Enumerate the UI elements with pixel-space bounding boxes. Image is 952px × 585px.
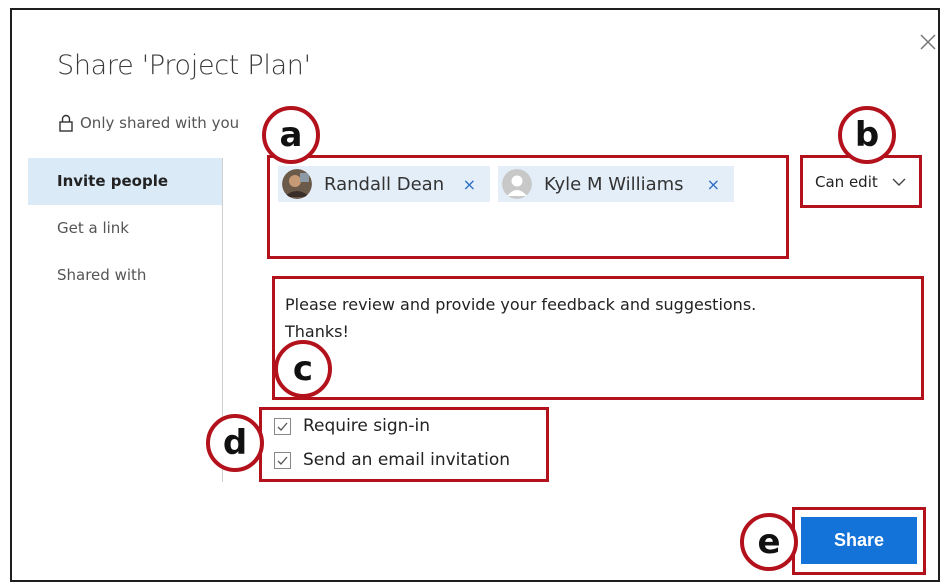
option-label: Send an email invitation bbox=[303, 450, 511, 470]
callout-badge-d: d bbox=[206, 414, 264, 472]
callout-badge-e: e bbox=[740, 513, 798, 571]
recipients-field[interactable]: Randall Dean × Kyle M Williams × bbox=[267, 155, 789, 259]
options-group: Require sign-in Send an email invitation bbox=[259, 407, 549, 482]
checkbox-checked-icon[interactable] bbox=[274, 417, 291, 435]
send-email-invitation-option[interactable]: Send an email invitation bbox=[274, 450, 510, 470]
recipient-name: Randall Dean bbox=[324, 173, 445, 195]
nav-item-shared-with[interactable]: Shared with bbox=[28, 252, 222, 299]
access-status-text: Only shared with you bbox=[80, 114, 240, 132]
photo-avatar bbox=[282, 169, 312, 199]
option-label: Require sign-in bbox=[303, 416, 431, 436]
share-nav: Invite people Get a link Shared with bbox=[28, 158, 222, 299]
permission-value: Can edit bbox=[815, 173, 878, 191]
callout-badge-a: a bbox=[262, 106, 320, 164]
recipient-name: Kyle M Williams bbox=[544, 173, 684, 195]
default-person-avatar bbox=[502, 169, 532, 199]
checkbox-checked-icon[interactable] bbox=[274, 451, 291, 469]
message-field[interactable]: Please review and provide your feedback … bbox=[272, 276, 924, 400]
message-text: Please review and provide your feedback … bbox=[285, 295, 757, 341]
lock-icon bbox=[59, 114, 73, 132]
remove-recipient-icon[interactable]: × bbox=[463, 175, 476, 194]
nav-item-get-a-link[interactable]: Get a link bbox=[28, 205, 222, 252]
close-icon[interactable] bbox=[918, 32, 938, 52]
nav-item-invite-people[interactable]: Invite people bbox=[28, 158, 222, 205]
access-status: Only shared with you bbox=[58, 114, 239, 132]
share-button-highlight: Share bbox=[792, 507, 926, 575]
recipient-chip: Kyle M Williams × bbox=[498, 166, 734, 202]
dialog-title: Share 'Project Plan' bbox=[57, 50, 311, 81]
share-button[interactable]: Share bbox=[801, 517, 917, 564]
callout-badge-b: b bbox=[838, 106, 896, 164]
chevron-down-icon bbox=[892, 178, 906, 186]
remove-recipient-icon[interactable]: × bbox=[707, 175, 720, 194]
recipient-chip: Randall Dean × bbox=[278, 166, 490, 202]
require-sign-in-option[interactable]: Require sign-in bbox=[274, 416, 430, 436]
callout-badge-c: c bbox=[274, 340, 332, 398]
permission-dropdown[interactable]: Can edit bbox=[815, 173, 906, 191]
